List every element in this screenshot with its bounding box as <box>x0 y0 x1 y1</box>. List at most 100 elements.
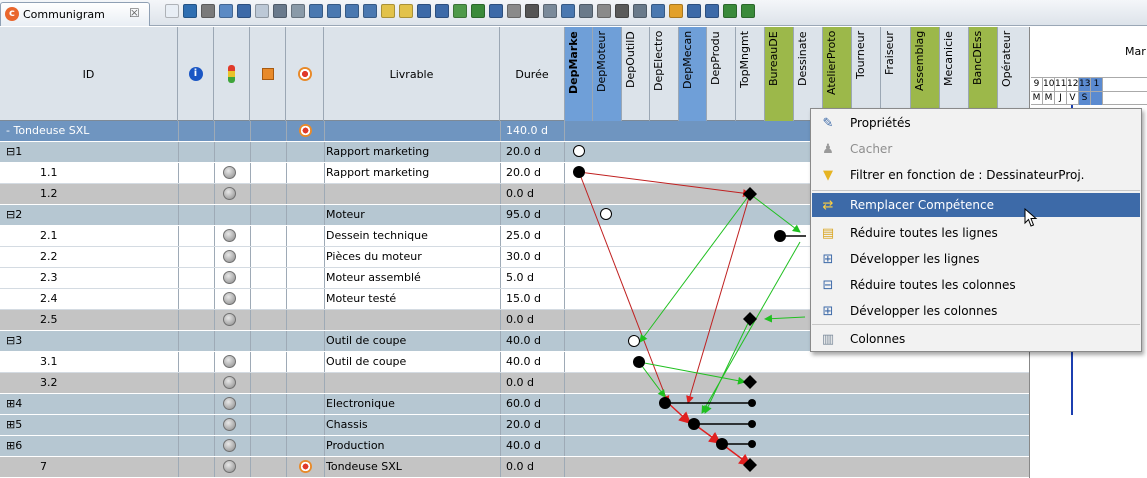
column-header-status[interactable] <box>214 27 250 121</box>
status-light-icon <box>223 313 236 326</box>
people-icon[interactable] <box>579 4 593 18</box>
expand-rows-icon: ⊞ <box>822 251 834 267</box>
resource-header-2[interactable]: DepOutilD <box>622 27 650 121</box>
calendar-icon[interactable] <box>687 4 701 18</box>
menu-item-expand-columns[interactable]: ⊞ Développer les colonnes <box>812 299 1140 323</box>
menu-item-expand-rows[interactable]: ⊞ Développer les lignes <box>812 247 1140 271</box>
table-row[interactable]: 3.2 0.0 d <box>0 373 1029 394</box>
copy-icon[interactable] <box>255 4 269 18</box>
menu-item-properties[interactable]: ✎ Propriétés <box>812 111 1140 135</box>
cut-icon[interactable] <box>273 4 287 18</box>
table-row[interactable]: ⊞4 Electronique 60.0 d <box>0 394 1029 415</box>
column-divider <box>214 121 215 141</box>
move-left-icon[interactable] <box>345 4 359 18</box>
column-header-livrable[interactable]: Livrable <box>324 27 500 121</box>
menu-separator <box>812 324 1140 325</box>
menu-item-collapse-columns[interactable]: ⊟ Réduire toutes les colonnes <box>812 273 1140 297</box>
expand-columns-icon: ⊞ <box>822 303 834 319</box>
row-id: 2.2 <box>40 250 58 263</box>
tab-title: Communigram <box>23 8 105 21</box>
resource-header-15[interactable]: Opérateur <box>998 27 1029 121</box>
menu-item-label: Remplacer Compétence <box>850 198 994 212</box>
resource-header-label: DepMoteur <box>595 31 608 93</box>
column-divider <box>250 142 251 162</box>
paste-icon[interactable] <box>291 4 305 18</box>
zoom-in-icon[interactable] <box>723 4 737 18</box>
print-preview-icon[interactable] <box>219 4 233 18</box>
grid-icon[interactable] <box>561 4 575 18</box>
color-icon[interactable] <box>669 4 683 18</box>
link-icon[interactable] <box>471 4 485 18</box>
column-divider <box>214 247 215 267</box>
sphere-icon[interactable] <box>597 4 611 18</box>
menu-item-columns[interactable]: ▥ Colonnes <box>812 327 1140 351</box>
menu-item-collapse-rows[interactable]: ▤ Réduire toutes les lignes <box>812 221 1140 245</box>
resource-header-1[interactable]: DepMoteur <box>593 27 622 121</box>
menu-item-replace-skill[interactable]: ⇄ Remplacer Compétence <box>812 193 1140 217</box>
zoom-out-icon[interactable] <box>741 4 755 18</box>
resource-header-10[interactable]: Tourneur <box>852 27 881 121</box>
move-right-icon[interactable] <box>363 4 377 18</box>
circle-icon[interactable] <box>525 4 539 18</box>
expand-rows-icon[interactable] <box>399 4 413 18</box>
resource-header-0[interactable]: DepMarke <box>565 27 593 121</box>
table-row[interactable]: ⊞5 Chassis 20.0 d <box>0 415 1029 436</box>
collapse-rows-icon[interactable] <box>381 4 395 18</box>
column-header-info[interactable]: i <box>178 27 214 121</box>
move-up-icon[interactable] <box>309 4 323 18</box>
resource-header-label: DepElectro <box>652 31 665 92</box>
table-row[interactable]: 3.1 Outil de coupe 40.0 d <box>0 352 1029 373</box>
row-livrable <box>324 310 500 330</box>
traffic-light-icon <box>228 65 235 83</box>
tab-communigram[interactable]: c Communigram ☒ <box>0 2 150 26</box>
chart-icon[interactable] <box>507 4 521 18</box>
row-livrable: Moteur <box>326 208 365 221</box>
print-icon[interactable] <box>237 4 251 18</box>
table-icon[interactable] <box>489 4 503 18</box>
menu-item-hide[interactable]: ♟ Cacher <box>812 137 1140 161</box>
resource-header-11[interactable]: Fraiseur <box>881 27 911 121</box>
deliverable-target-icon <box>299 460 312 473</box>
column-divider <box>250 121 251 141</box>
delete-icon[interactable] <box>201 4 215 18</box>
resource-icon[interactable] <box>453 4 467 18</box>
dropdown-icon[interactable] <box>165 4 179 18</box>
resource-header-13[interactable]: Mecanicie <box>940 27 969 121</box>
column-divider <box>564 184 565 204</box>
calendar-alt-icon[interactable] <box>705 4 719 18</box>
table-row[interactable]: ⊞6 Production 40.0 d <box>0 436 1029 457</box>
column-header-deliverable-icon[interactable] <box>286 27 324 121</box>
status-light-icon <box>223 271 236 284</box>
resource-header-3[interactable]: DepElectro <box>650 27 679 121</box>
column-header-package[interactable] <box>250 27 286 121</box>
column-divider <box>178 163 179 183</box>
expand-columns-icon[interactable] <box>435 4 449 18</box>
user-icon[interactable] <box>633 4 647 18</box>
row-livrable: Rapport marketing <box>326 166 430 179</box>
table-row[interactable]: 7 Tondeuse SXL 0.0 d <box>0 457 1029 478</box>
resource-header-7[interactable]: BureauDE <box>765 27 794 121</box>
move-down-icon[interactable] <box>327 4 341 18</box>
column-header-id[interactable]: ID <box>0 27 178 121</box>
column-divider <box>250 289 251 309</box>
menu-item-label: Cacher <box>850 142 893 156</box>
resource-header-label: BancDEss <box>971 31 984 86</box>
resource-header-12[interactable]: Assemblag <box>911 27 940 121</box>
resource-header-14[interactable]: BancDEss <box>969 27 998 121</box>
add-icon[interactable] <box>183 4 197 18</box>
list-icon[interactable] <box>651 4 665 18</box>
close-tab-icon[interactable]: ☒ <box>129 6 140 20</box>
resource-header-9[interactable]: AtelierProto <box>823 27 852 121</box>
row-duree: 40.0 d <box>506 355 541 368</box>
collapse-columns-icon[interactable] <box>417 4 431 18</box>
column-divider <box>178 457 179 477</box>
column-header-duree[interactable]: Durée <box>500 27 565 121</box>
sphere-alt-icon[interactable] <box>615 4 629 18</box>
column-divider <box>250 247 251 267</box>
resource-header-8[interactable]: Dessinate <box>794 27 823 121</box>
resource-header-5[interactable]: DepProdu <box>707 27 736 121</box>
resource-header-4[interactable]: DepMecan <box>679 27 707 121</box>
pencil-icon[interactable] <box>543 4 557 18</box>
menu-item-filter[interactable]: ▼ Filtrer en fonction de : DessinateurPro… <box>812 163 1140 187</box>
resource-header-6[interactable]: TopMngmt <box>736 27 765 121</box>
